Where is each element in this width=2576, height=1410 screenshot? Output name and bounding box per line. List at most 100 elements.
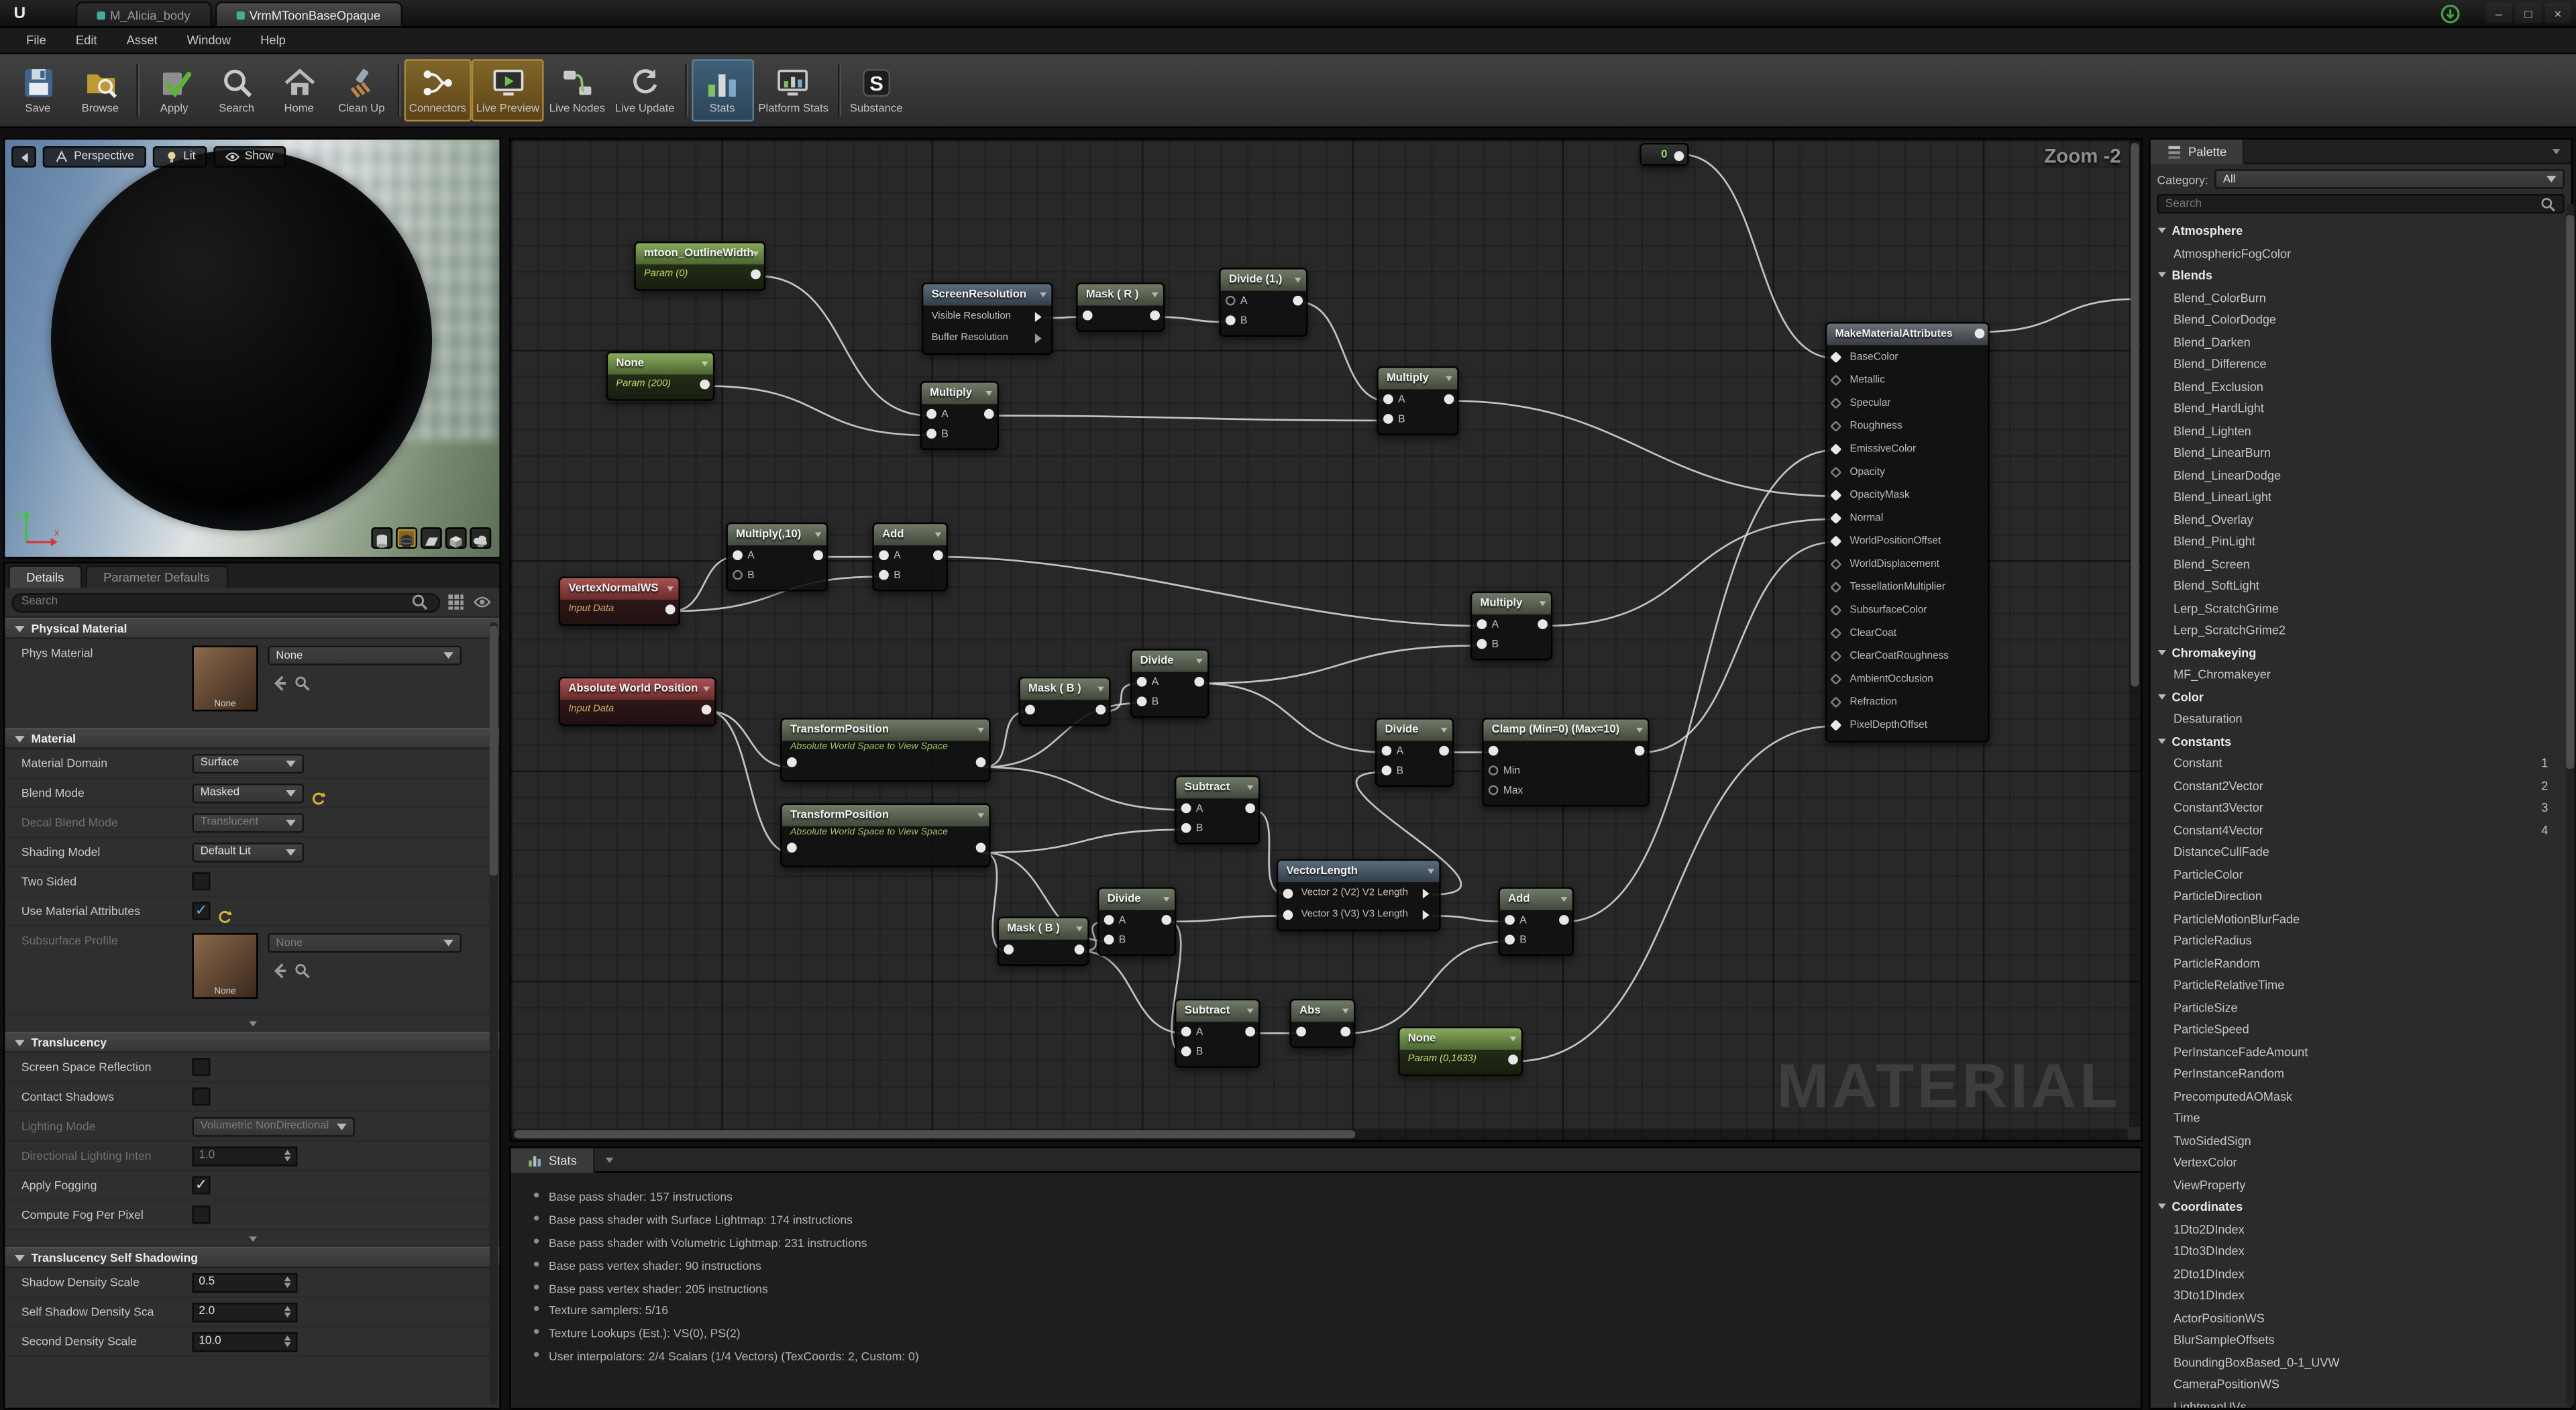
menu-asset[interactable]: Asset xyxy=(113,30,170,51)
palette-item-mf-chromakeyer[interactable]: MF_Chromakeyer xyxy=(2151,663,2571,686)
preview-shape-cube-button[interactable] xyxy=(445,527,467,549)
palette-item-particleradius[interactable]: ParticleRadius xyxy=(2151,930,2571,952)
output-pin[interactable] xyxy=(1035,333,1046,343)
tab-details[interactable]: Details xyxy=(8,565,82,588)
doc-tab-vrmmtoonbaseopaque[interactable]: VrmMToonBaseOpaque xyxy=(215,1,402,26)
pin[interactable] xyxy=(813,550,823,560)
node-clamp-min-0-max-10[interactable]: Clamp (Min=0) (Max=10)MinMax xyxy=(1482,718,1650,806)
pin[interactable] xyxy=(1489,785,1499,796)
viewport-lit-button[interactable]: Lit xyxy=(152,146,207,168)
palette-item-particlerandom[interactable]: ParticleRandom xyxy=(2151,952,2571,974)
pin[interactable] xyxy=(1635,746,1645,756)
pin[interactable] xyxy=(879,550,889,560)
pin[interactable] xyxy=(1083,311,1093,321)
directional-lighting-inten-field[interactable]: 1.0 xyxy=(193,1146,298,1165)
node-multiply[interactable]: MultiplyAB xyxy=(1377,366,1458,435)
output-pin[interactable] xyxy=(1035,311,1046,321)
section-expander[interactable] xyxy=(5,1015,499,1031)
pin[interactable] xyxy=(1975,329,1985,339)
palette-item-precomputedaomask[interactable]: PrecomputedAOMask xyxy=(2151,1085,2571,1107)
details-search-input[interactable] xyxy=(21,596,405,608)
palette-item-constant4vector[interactable]: Constant4Vector4 xyxy=(2151,819,2571,841)
input-pin[interactable] xyxy=(1830,696,1841,707)
pin[interactable] xyxy=(1508,1054,1518,1065)
palette-item-blend-difference[interactable]: Blend_Difference xyxy=(2151,354,2571,376)
input-pin[interactable] xyxy=(1830,673,1841,684)
contact-shadows-checkbox[interactable] xyxy=(193,1087,211,1105)
pin[interactable] xyxy=(1181,804,1191,814)
palette-group-blends[interactable]: Blends xyxy=(2151,264,2571,286)
palette-item-blend-colorburn[interactable]: Blend_ColorBurn xyxy=(2151,286,2571,309)
pin[interactable] xyxy=(1439,746,1449,756)
node-makematerialattributes[interactable]: MakeMaterialAttributesBaseColorMetallicS… xyxy=(1825,322,1990,743)
node-subtract[interactable]: SubtractAB xyxy=(1175,999,1260,1068)
toolbar-button-live-update[interactable]: Live Update xyxy=(610,59,680,121)
node-multiply[interactable]: MultiplyAB xyxy=(1470,592,1552,661)
input-pin[interactable] xyxy=(1830,443,1841,454)
palette-item-blend-lighten[interactable]: Blend_Lighten xyxy=(2151,420,2571,442)
node-add[interactable]: AddAB xyxy=(1498,887,1574,956)
pin[interactable] xyxy=(1477,639,1487,649)
input-pin[interactable] xyxy=(1830,351,1841,362)
pin[interactable] xyxy=(1137,696,1147,706)
menu-file[interactable]: File xyxy=(13,30,60,51)
palette-item-blursampleoffsets[interactable]: BlurSampleOffsets xyxy=(2151,1329,2571,1351)
pin[interactable] xyxy=(1505,934,1515,944)
input-pin[interactable] xyxy=(1830,374,1841,385)
input-pin[interactable] xyxy=(1830,396,1841,408)
palette-item-blend-linearlight[interactable]: Blend_LinearLight xyxy=(2151,486,2571,508)
toolbar-button-platform-stats[interactable]: Platform Stats xyxy=(753,59,833,121)
pin[interactable] xyxy=(1025,705,1035,715)
toolbar-button-live-nodes[interactable]: Live Nodes xyxy=(544,59,610,121)
graph-horizontal-scrollbar[interactable] xyxy=(511,1129,2128,1140)
palette-item-particlesize[interactable]: ParticleSize xyxy=(2151,996,2571,1018)
asset-thumbnail[interactable]: None xyxy=(193,933,258,999)
pin[interactable] xyxy=(976,757,986,767)
pin[interactable] xyxy=(1538,619,1548,629)
palette-item-1dto3dindex[interactable]: 1Dto3DIndex xyxy=(2151,1240,2571,1262)
node-none[interactable]: NoneParam (200) xyxy=(606,351,715,400)
input-pin[interactable] xyxy=(1830,649,1841,661)
pin[interactable] xyxy=(1004,944,1014,955)
node-divide[interactable]: DivideAB xyxy=(1097,887,1177,956)
menu-edit[interactable]: Edit xyxy=(62,30,110,51)
palette-item-perinstancerandom[interactable]: PerInstanceRandom xyxy=(2151,1063,2571,1085)
palette-item-twosidedsign[interactable]: TwoSidedSign xyxy=(2151,1130,2571,1152)
input-pin[interactable] xyxy=(1830,557,1841,569)
palette-item-blend-softlight[interactable]: Blend_SoftLight xyxy=(2151,575,2571,597)
palette-item-1dto2dindex[interactable]: 1Dto2DIndex xyxy=(2151,1218,2571,1240)
pin[interactable] xyxy=(1382,765,1392,775)
back-arrow-icon[interactable] xyxy=(271,958,287,974)
pin[interactable] xyxy=(1226,296,1236,306)
graph-vertical-scrollbar[interactable] xyxy=(2129,140,2141,1128)
subsurface-profile-dropdown[interactable]: None xyxy=(268,933,462,953)
pin[interactable] xyxy=(976,843,986,853)
toolbar-button-clean-up[interactable]: Clean Up xyxy=(330,59,392,121)
palette-item-blend-darken[interactable]: Blend_Darken xyxy=(2151,331,2571,353)
pin[interactable] xyxy=(1444,394,1454,404)
node-mask-r[interactable]: Mask ( R ) xyxy=(1076,282,1165,331)
section-header-physical-material[interactable]: Physical Material xyxy=(5,618,499,639)
pin[interactable] xyxy=(926,409,936,419)
input-pin[interactable] xyxy=(1830,581,1841,592)
node-0[interactable]: 0 xyxy=(1640,143,1688,166)
use-material-attributes-checkbox[interactable]: ✓ xyxy=(193,902,211,920)
palette-item-lightmapuvs[interactable]: LightmapUVs xyxy=(2151,1395,2571,1408)
pin[interactable] xyxy=(1382,746,1392,756)
palette-item-perinstancefadeamount[interactable]: PerInstanceFadeAmount xyxy=(2151,1040,2571,1063)
node-mtoon-outlinewidth[interactable]: mtoon_OutlineWidthParam (0) xyxy=(634,241,765,290)
pin[interactable] xyxy=(700,380,710,390)
self-shadow-density-sca-field[interactable]: 2.0 xyxy=(193,1302,298,1321)
node-transformposition[interactable]: TransformPositionAbsolute World Space to… xyxy=(780,804,990,868)
palette-item-constant3vector[interactable]: Constant3Vector3 xyxy=(2151,797,2571,819)
pin[interactable] xyxy=(787,843,797,853)
blend-mode-dropdown[interactable]: Masked xyxy=(193,783,305,802)
pin[interactable] xyxy=(1245,1027,1255,1037)
pin[interactable] xyxy=(984,409,994,419)
toolbar-button-substance[interactable]: SSubstance xyxy=(845,59,907,121)
viewport-show-button[interactable]: Show xyxy=(213,146,285,168)
pin[interactable] xyxy=(1383,414,1393,424)
tab-palette[interactable]: Palette xyxy=(2151,139,2245,164)
input-pin[interactable] xyxy=(1830,535,1841,546)
palette-item-lerp-scratchgrime2[interactable]: Lerp_ScratchGrime2 xyxy=(2151,619,2571,641)
